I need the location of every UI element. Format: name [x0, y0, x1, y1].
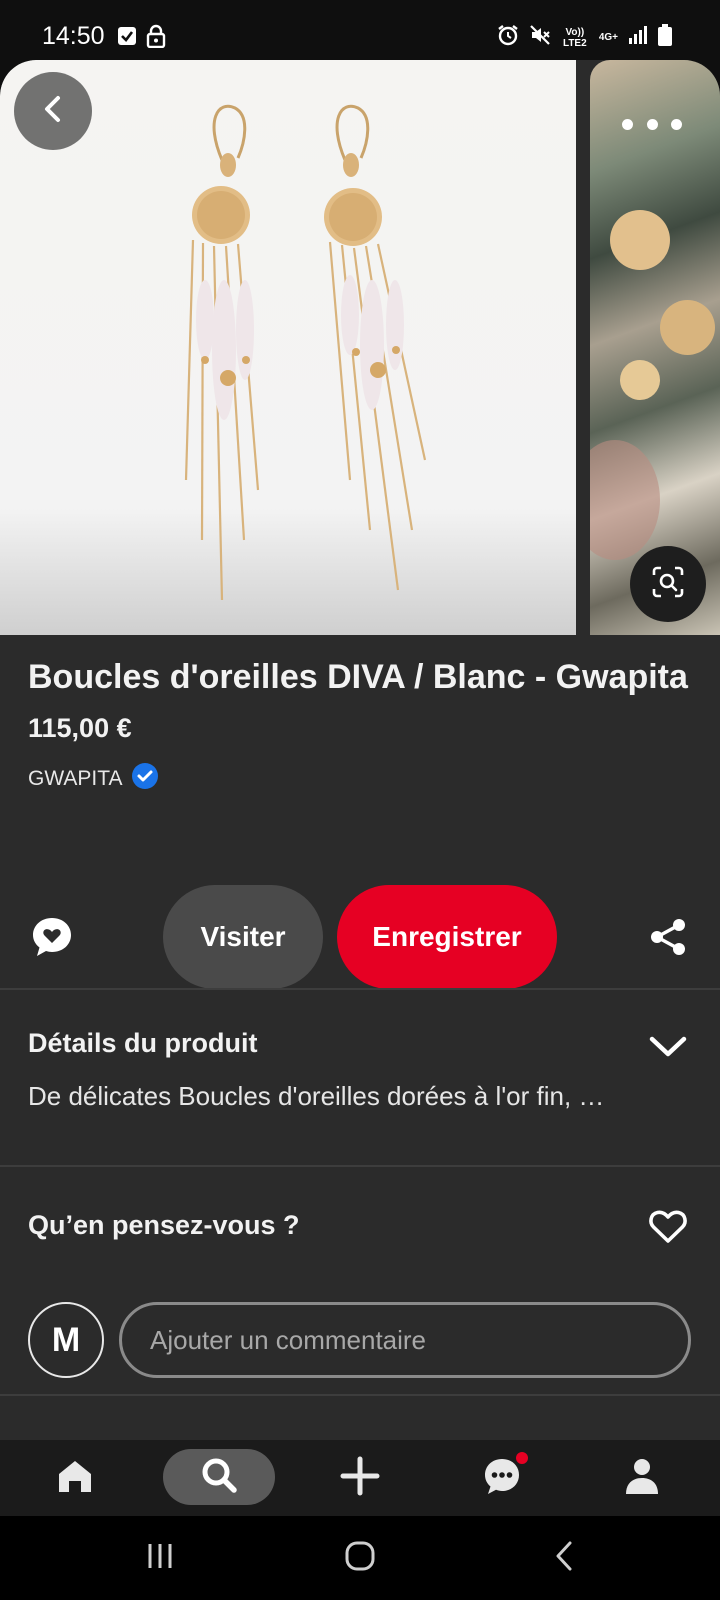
- more-options-button[interactable]: [622, 112, 682, 136]
- messages-icon: [482, 1456, 522, 1501]
- search-icon: [200, 1456, 238, 1499]
- notification-dot: [516, 1452, 528, 1464]
- react-button[interactable]: [648, 1208, 688, 1244]
- status-bar: 14:50 Vo)) LTE2 4G+: [0, 0, 720, 60]
- comment-button[interactable]: [30, 915, 74, 959]
- save-button[interactable]: Enregistrer: [337, 885, 557, 989]
- details-text: De délicates Boucles d'oreilles dorées à…: [28, 1081, 605, 1111]
- back-arrow-icon: [553, 1540, 577, 1577]
- share-icon: [648, 919, 688, 961]
- feedback-heading: Qu’en pensez-vous ?: [28, 1210, 300, 1240]
- plus-icon: [340, 1456, 380, 1501]
- divider: [0, 1394, 720, 1396]
- network-type: 4G+: [598, 32, 618, 43]
- more-dot: [622, 118, 633, 130]
- visual-search-button[interactable]: [630, 546, 706, 622]
- expand-details-button[interactable]: [648, 1032, 688, 1062]
- system-nav-bar: [0, 1516, 720, 1600]
- details-heading: Détails du produit: [28, 1028, 258, 1058]
- alarm-icon: [497, 24, 519, 51]
- pin-price: 115,00 €: [28, 713, 132, 743]
- divider: [0, 988, 720, 990]
- recent-apps-icon: [145, 1542, 175, 1575]
- visit-button[interactable]: Visiter: [163, 885, 323, 989]
- comment-input[interactable]: [119, 1302, 691, 1378]
- status-time: 14:50: [42, 22, 105, 50]
- nav-profile-button[interactable]: [617, 1454, 667, 1502]
- avatar[interactable]: M: [28, 1302, 104, 1378]
- recent-apps-button[interactable]: [140, 1540, 180, 1576]
- heart-icon: [648, 1210, 688, 1248]
- pin-title: Boucles d'oreilles DIVA / Blanc - Gwapit…: [28, 658, 688, 696]
- divider: [0, 1165, 720, 1167]
- chevron-left-icon: [40, 94, 66, 129]
- lens-search-icon: [651, 565, 685, 604]
- bottom-nav: [0, 1440, 720, 1516]
- more-dot: [671, 118, 682, 130]
- nav-create-button[interactable]: [335, 1454, 385, 1502]
- pin-detail: Boucles d'oreilles DIVA / Blanc - Gwapit…: [0, 60, 720, 1440]
- mute-icon: [529, 24, 551, 51]
- product-details-section[interactable]: Détails du produit De délicates Boucles …: [28, 1028, 688, 1112]
- home-icon: [55, 1456, 95, 1501]
- more-dot: [646, 118, 658, 130]
- system-back-button[interactable]: [545, 1540, 585, 1576]
- checkbox-notification-icon: [117, 26, 137, 51]
- merchant-link[interactable]: GWAPITA: [28, 762, 688, 796]
- network-label: Vo)) LTE2: [562, 26, 587, 49]
- product-image[interactable]: [0, 60, 576, 635]
- nav-search-button[interactable]: [163, 1449, 275, 1505]
- pin-info: Boucles d'oreilles DIVA / Blanc - Gwapit…: [28, 655, 688, 796]
- signal-icon: [628, 26, 648, 49]
- battery-icon: [658, 24, 672, 51]
- back-button[interactable]: [14, 72, 92, 150]
- share-button[interactable]: [648, 917, 688, 957]
- profile-icon: [622, 1456, 662, 1501]
- home-button[interactable]: [340, 1540, 380, 1576]
- nav-home-button[interactable]: [50, 1454, 100, 1502]
- home-circle-icon: [344, 1540, 376, 1577]
- chevron-down-icon: [648, 1036, 688, 1066]
- image-carousel[interactable]: [0, 60, 720, 635]
- comment-heart-icon: [30, 918, 74, 963]
- action-bar: Visiter Enregistrer: [0, 885, 720, 989]
- verified-badge-icon: [131, 762, 159, 796]
- merchant-name: GWAPITA: [28, 767, 123, 790]
- lock-icon: [146, 24, 166, 53]
